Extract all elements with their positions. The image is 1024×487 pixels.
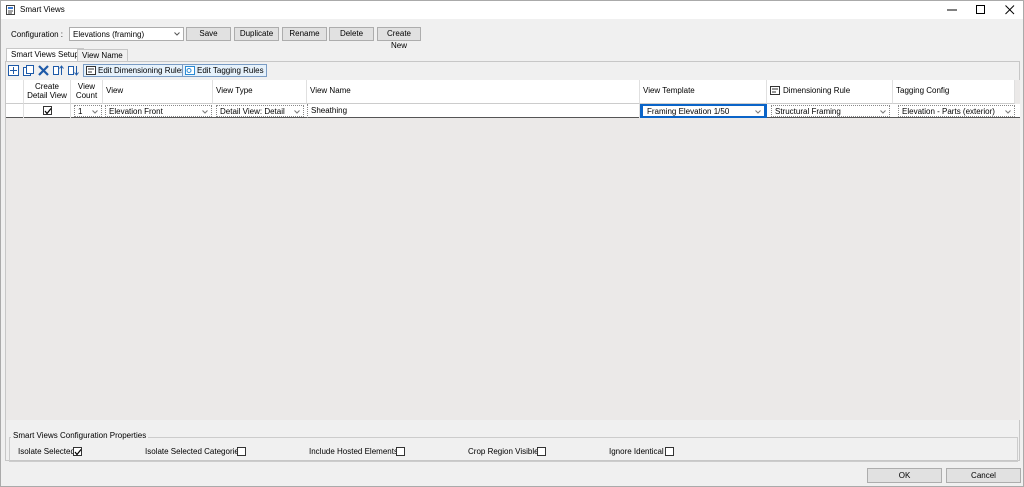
isolate-selected-categories-checkbox[interactable] [237,447,246,456]
isolate-selected-checkbox[interactable] [73,447,82,456]
create-detail-view-checkbox[interactable] [43,106,52,115]
app-icon [6,5,15,15]
cancel-button[interactable]: Cancel [946,468,1021,483]
close-icon [1005,5,1015,15]
dimension-icon [86,66,96,75]
dimensioning-rule-value: Structural Framing [775,107,841,116]
save-button[interactable]: Save [186,27,231,41]
edit-dimensioning-rules-button[interactable]: Edit Dimensioning Rules [83,64,189,77]
configuration-select[interactable]: Elevations (framing) [69,27,184,41]
header-dimensioning-rule[interactable]: Dimensioning Rule [767,80,893,104]
configuration-value: Elevations (framing) [73,30,145,39]
edit-tagging-rules-label: Edit Tagging Rules [197,66,264,75]
header-view-template[interactable]: View Template [640,80,767,104]
add-row-icon[interactable] [8,65,19,76]
view-template-select[interactable]: Framing Elevation 1/50 [640,104,767,118]
maximize-icon [976,5,985,14]
minimize-button[interactable] [937,1,967,19]
smart-views-setup-panel: Edit Dimensioning Rules Edit Tagging Rul… [5,61,1020,461]
chevron-down-icon [174,32,180,36]
header-view-count[interactable]: View Count [71,80,103,104]
tagging-config-value: Elevation - Parts (exterior) [902,107,995,116]
configuration-label: Configuration : [11,30,64,39]
window-title: Smart Views [20,5,65,14]
ok-button[interactable]: OK [867,468,942,483]
view-type-select[interactable]: Detail View: Detail [216,105,304,117]
view-template-value: Framing Elevation 1/50 [647,107,730,116]
view-name-input[interactable]: Sheathing [307,104,640,118]
view-count-value: 1 [78,107,83,116]
header-create-detail-view[interactable]: Create Detail View [24,80,71,104]
edit-dimensioning-rules-label: Edit Dimensioning Rules [98,66,186,75]
configuration-properties-title: Smart Views Configuration Properties [11,431,149,440]
move-down-icon[interactable] [68,65,79,76]
smart-views-grid: Create Detail View View Count View View … [6,80,1020,420]
chevron-down-icon [880,110,886,114]
chevron-down-icon [294,110,300,114]
create-detail-view-cell[interactable] [24,104,71,118]
ignore-identical-label: Ignore Identical [609,447,664,456]
view-value: Elevation Front [109,107,163,116]
header-tagging-config[interactable]: Tagging Config [893,80,1015,104]
header-view-name[interactable]: View Name [307,80,640,104]
isolate-selected-categories-label: Isolate Selected Categories [145,447,243,456]
crop-region-visible-checkbox[interactable] [537,447,546,456]
view-type-value: Detail View: Detail [220,107,285,116]
tab-smart-views-setup[interactable]: Smart Views Setup [6,48,84,62]
chevron-down-icon [1005,110,1011,114]
include-hosted-elements-checkbox[interactable] [396,447,405,456]
header-view[interactable]: View [103,80,213,104]
chevron-down-icon [755,110,761,114]
smart-views-window: Smart Views Configuration : Elevations (… [0,0,1024,487]
delete-row-icon[interactable] [38,65,49,76]
ignore-identical-checkbox[interactable] [665,447,674,456]
include-hosted-elements-label: Include Hosted Elements [309,447,398,456]
create-new-button[interactable]: Create New [377,27,421,50]
title-bar: Smart Views [1,1,1023,19]
tagging-config-select[interactable]: Elevation - Parts (exterior) [898,105,1015,117]
edit-tagging-rules-button[interactable]: Edit Tagging Rules [182,64,267,77]
row-header-column [6,80,24,104]
dimensioning-rule-select[interactable]: Structural Framing [771,105,890,117]
view-count-select[interactable]: 1 [74,105,102,117]
maximize-button[interactable] [966,1,996,19]
header-dimensioning-rule-label: Dimensioning Rule [783,86,851,95]
rename-button[interactable]: Rename [282,27,327,41]
isolate-selected-label: Isolate Selected [18,447,75,456]
chevron-down-icon [202,110,208,114]
minimize-icon [947,9,957,11]
view-select[interactable]: Elevation Front [105,105,212,117]
checkmark-icon [44,108,52,115]
tag-icon [185,66,195,75]
crop-region-visible-label: Crop Region Visible [468,447,539,456]
move-up-icon[interactable] [53,65,64,76]
checkmark-icon [74,449,82,456]
close-button[interactable] [995,1,1024,19]
table-row[interactable]: 1 Elevation Front Detail View: Detail Sh… [6,104,1020,118]
copy-row-icon[interactable] [23,65,34,76]
chevron-down-icon [92,110,98,114]
duplicate-button[interactable]: Duplicate [234,27,279,41]
delete-button[interactable]: Delete [329,27,374,41]
header-view-type[interactable]: View Type [213,80,307,104]
dimension-icon [770,86,780,95]
row-header-cell[interactable] [6,104,24,118]
